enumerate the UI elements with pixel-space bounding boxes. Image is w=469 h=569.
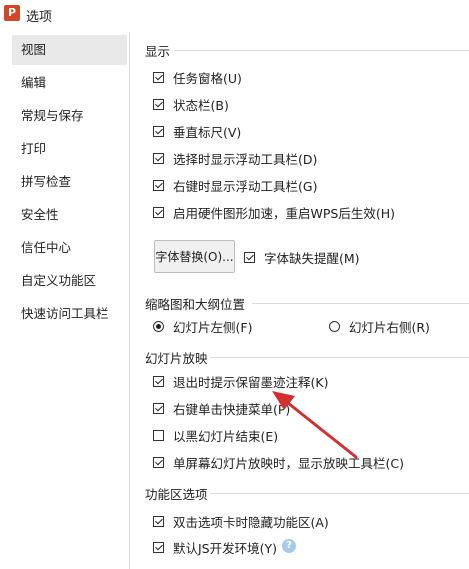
sidebar-item-quick-access-toolbar[interactable]: 快速访问工具栏 <box>12 299 127 329</box>
checkbox-float-toolbar-select[interactable] <box>153 152 164 164</box>
option-vertical-ruler[interactable]: 垂直标尺(V) <box>153 122 241 140</box>
option-label: 单屏幕幻灯片放映时，显示放映工具栏(C) <box>173 455 404 471</box>
sidebar-item-customize-ribbon[interactable]: 自定义功能区 <box>12 266 127 296</box>
option-show-play-toolbar[interactable]: 单屏幕幻灯片放映时，显示放映工具栏(C) <box>153 453 404 471</box>
option-label: 启用硬件图形加速，重启WPS后生效(H) <box>173 205 395 221</box>
section-title-slideshow: 幻灯片放映 <box>145 351 208 366</box>
sidebar-item-general-save[interactable]: 常规与保存 <box>12 101 127 131</box>
option-label: 任务窗格(U) <box>173 70 242 86</box>
wps-presentation-app-icon: P <box>4 5 20 21</box>
option-status-bar[interactable]: 状态栏(B) <box>153 95 229 113</box>
option-float-toolbar-rightclick[interactable]: 右键时显示浮动工具栏(G) <box>153 176 317 194</box>
option-float-toolbar-select[interactable]: 选择时显示浮动工具栏(D) <box>153 149 317 167</box>
sidebar-item-trust-center[interactable]: 信任中心 <box>12 233 127 263</box>
option-label: 幻灯片右侧(R) <box>349 319 430 335</box>
checkbox-rightclick-menu[interactable] <box>153 402 164 414</box>
checkbox-vertical-ruler[interactable] <box>153 125 164 137</box>
option-label: 状态栏(B) <box>173 97 229 113</box>
help-icon[interactable]: ? <box>282 539 296 553</box>
radio-thumbnail-right[interactable] <box>329 320 340 332</box>
sidebar-item-print[interactable]: 打印 <box>12 134 127 164</box>
section-divider <box>210 357 469 358</box>
option-label: 选择时显示浮动工具栏(D) <box>173 151 318 167</box>
option-label: 字体缺失提醒(M) <box>264 250 360 266</box>
checkbox-hide-ribbon-dblclick[interactable] <box>153 515 164 527</box>
checkbox-status-bar[interactable] <box>153 98 164 110</box>
option-thumbnail-right[interactable]: 幻灯片右侧(R) <box>329 317 430 335</box>
section-divider <box>174 50 469 51</box>
sidebar-item-edit[interactable]: 编辑 <box>12 68 127 98</box>
option-hide-ribbon-dblclick[interactable]: 双击选项卡时隐藏功能区(A) <box>153 512 329 530</box>
checkbox-default-js-env[interactable] <box>153 541 164 553</box>
checkbox-task-pane[interactable] <box>153 71 164 83</box>
section-divider <box>252 303 469 304</box>
option-label: 双击选项卡时隐藏功能区(A) <box>173 514 329 530</box>
option-label: 右键时显示浮动工具栏(G) <box>173 178 318 194</box>
sidebar-item-spell-check[interactable]: 拼写检查 <box>12 167 127 197</box>
section-divider <box>210 493 469 494</box>
option-task-pane[interactable]: 任务窗格(U) <box>153 68 242 86</box>
sidebar-item-view[interactable]: 视图 <box>12 35 127 65</box>
checkbox-float-toolbar-rightclick[interactable] <box>153 179 164 191</box>
options-content-panel: 显示 任务窗格(U) 状态栏(B) 垂直标尺(V) 选择时显示浮动工具栏(D) … <box>138 0 469 569</box>
option-end-black-slide[interactable]: 以黑幻灯片结束(E) <box>153 426 278 444</box>
option-label: 垂直标尺(V) <box>173 124 242 140</box>
section-title-thumbnail-position: 缩略图和大纲位置 <box>145 297 246 312</box>
option-default-js-env[interactable]: 默认JS开发环境(Y) <box>153 538 277 556</box>
options-sidebar: 视图 编辑 常规与保存 打印 拼写检查 安全性 信任中心 自定义功能区 快速访问… <box>9 32 130 569</box>
checkbox-end-black-slide[interactable] <box>153 429 164 441</box>
checkbox-hardware-acceleration[interactable] <box>153 206 164 218</box>
checkbox-show-play-toolbar[interactable] <box>153 456 164 468</box>
checkbox-exit-ink-prompt[interactable] <box>153 375 164 387</box>
option-label: 以黑幻灯片结束(E) <box>173 428 279 444</box>
option-font-missing-alert[interactable]: 字体缺失提醒(M) <box>244 248 360 266</box>
radio-thumbnail-left[interactable] <box>153 320 164 332</box>
option-label: 退出时提示保留墨迹注释(K) <box>173 374 329 390</box>
option-exit-ink-prompt[interactable]: 退出时提示保留墨迹注释(K) <box>153 372 328 390</box>
option-label: 幻灯片左侧(F) <box>173 319 253 335</box>
option-hardware-acceleration[interactable]: 启用硬件图形加速，重启WPS后生效(H) <box>153 203 395 221</box>
section-title-ribbon-options: 功能区选项 <box>145 487 208 502</box>
option-label: 右键单击快捷菜单(P) <box>173 401 291 417</box>
font-replace-button[interactable]: 字体替换(O)... <box>154 240 235 273</box>
window-title: 选项 <box>26 10 53 25</box>
option-label: 默认JS开发环境(Y) <box>173 540 278 556</box>
option-thumbnail-left[interactable]: 幻灯片左侧(F) <box>153 317 252 335</box>
sidebar-item-security[interactable]: 安全性 <box>12 200 127 230</box>
option-rightclick-menu[interactable]: 右键单击快捷菜单(P) <box>153 399 290 417</box>
checkbox-font-missing-alert[interactable] <box>244 251 255 263</box>
section-title-display: 显示 <box>145 44 171 59</box>
